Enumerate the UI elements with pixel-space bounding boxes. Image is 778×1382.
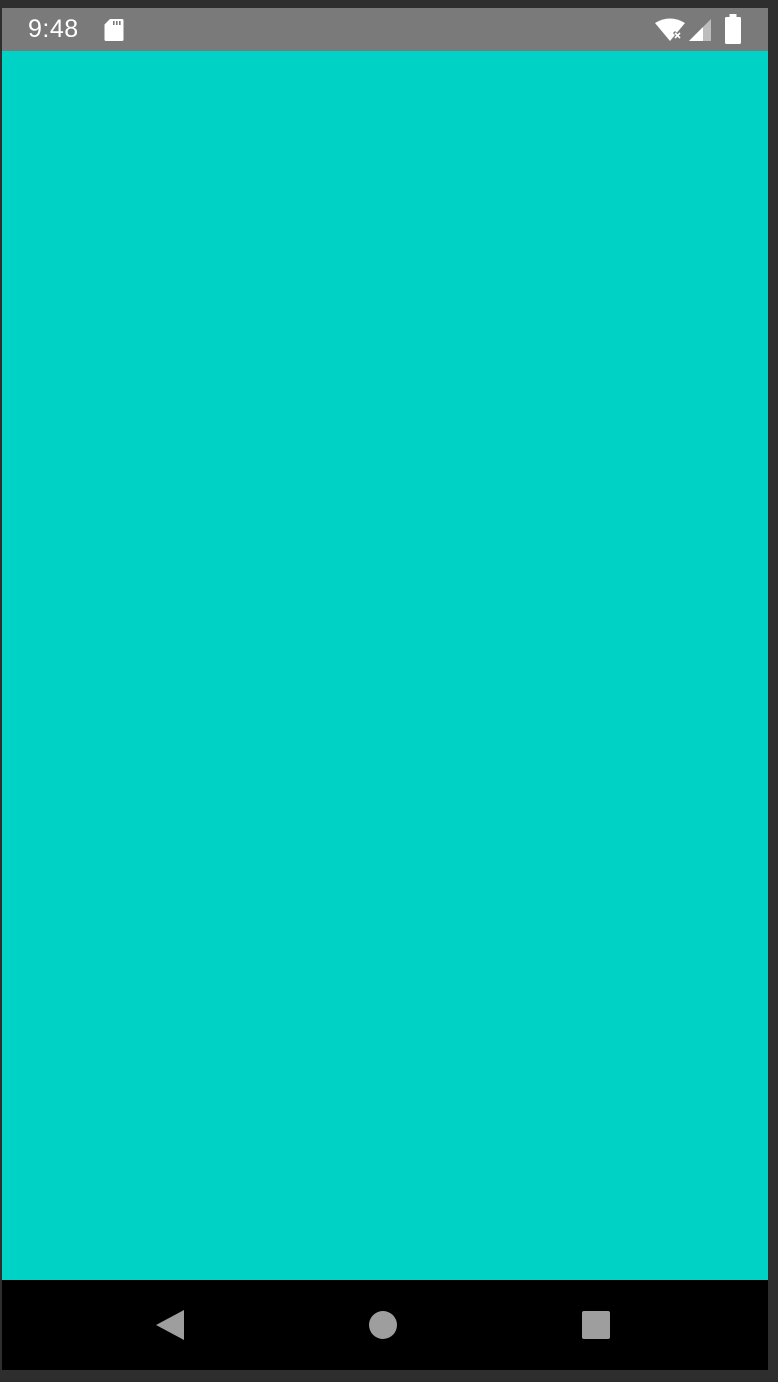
screen-frame: 9:48 [0,0,778,1382]
battery-icon [725,14,741,44]
home-icon[interactable] [369,1311,397,1339]
signal-icon [689,19,711,41]
navigation-bar [2,1280,768,1370]
app-content[interactable] [2,51,768,1280]
back-icon[interactable] [154,1308,186,1342]
status-bar: 9:48 [2,8,768,51]
recents-icon[interactable] [582,1311,610,1339]
phone-screen: 9:48 [2,8,768,1370]
wifi-icon [655,18,685,41]
sd-card-icon [104,19,124,41]
status-time: 9:48 [28,15,79,43]
